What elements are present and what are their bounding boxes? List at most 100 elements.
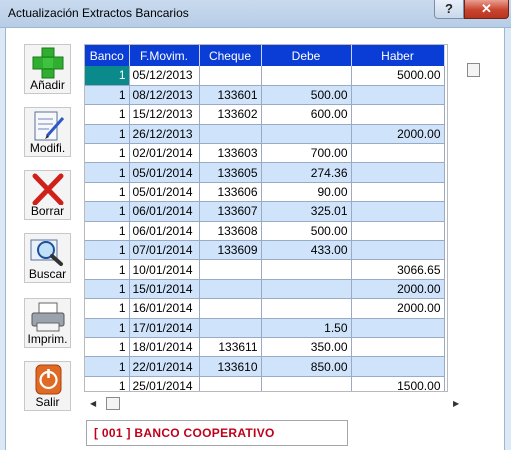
vertical-scroll-thumb[interactable]	[467, 63, 480, 77]
table-cell[interactable]	[351, 318, 445, 338]
column-header-banco[interactable]: Banco	[85, 45, 130, 66]
scroll-left-icon[interactable]: ◀	[90, 399, 96, 408]
table-cell[interactable]: 1	[85, 66, 130, 86]
close-button[interactable]: ✕	[464, 0, 509, 19]
table-cell[interactable]: 3066.65	[351, 259, 445, 280]
exit-button[interactable]: Salir	[24, 361, 71, 411]
table-cell[interactable]: 133607	[199, 201, 262, 222]
table-cell[interactable]: 2000.00	[351, 124, 445, 145]
horizontal-scroll-thumb[interactable]	[106, 397, 120, 410]
table-cell[interactable]: 1	[85, 143, 130, 164]
table-cell[interactable]: 05/01/2014	[129, 182, 200, 203]
table-cell[interactable]	[199, 376, 262, 391]
table-cell[interactable]: 350.00	[261, 337, 352, 358]
table-cell[interactable]: 1	[85, 240, 130, 261]
table-cell[interactable]	[199, 259, 262, 280]
table-cell[interactable]	[351, 162, 445, 183]
table-row[interactable]: 1 15/12/2013 133602 600.00	[85, 104, 445, 125]
bank-statements-grid[interactable]: Banco F.Movim. Cheque Debe Haber 1 05/12/…	[84, 44, 448, 392]
table-row[interactable]: 1 06/01/2014 133607 325.01	[85, 201, 445, 222]
print-button[interactable]: Imprim.	[24, 298, 71, 348]
table-row[interactable]: 1 07/01/2014 133609 433.00	[85, 240, 445, 261]
table-cell[interactable]: 16/01/2014	[129, 298, 200, 319]
table-cell[interactable]: 1	[85, 356, 130, 377]
table-cell[interactable]: 1	[85, 182, 130, 203]
table-cell[interactable]: 2000.00	[351, 279, 445, 300]
edit-button[interactable]: Modifi.	[24, 107, 71, 157]
table-cell[interactable]: 274.36	[261, 162, 352, 183]
table-cell[interactable]	[261, 124, 352, 145]
table-cell[interactable]: 17/01/2014	[129, 318, 200, 338]
table-cell[interactable]: 22/01/2014	[129, 356, 200, 377]
table-cell[interactable]: 1	[85, 104, 130, 125]
table-cell[interactable]: 02/01/2014	[129, 143, 200, 164]
table-row[interactable]: 1 22/01/2014 133610 850.00	[85, 356, 445, 377]
table-cell[interactable]: 5000.00	[351, 66, 445, 86]
add-button[interactable]: Añadir	[24, 44, 71, 94]
table-cell[interactable]: 15/12/2013	[129, 104, 200, 125]
table-row[interactable]: 1 10/01/2014 3066.65	[85, 259, 445, 280]
column-header-haber[interactable]: Haber	[351, 45, 445, 66]
column-header-fecha[interactable]: F.Movim.	[129, 45, 200, 66]
table-row[interactable]: 1 06/01/2014 133608 500.00	[85, 221, 445, 242]
vertical-scrollbar[interactable]	[467, 45, 480, 392]
table-cell[interactable]: 700.00	[261, 143, 352, 164]
table-cell[interactable]: 05/12/2013	[129, 66, 200, 86]
table-cell[interactable]: 1	[85, 337, 130, 358]
table-cell[interactable]: 133605	[199, 162, 262, 183]
table-cell[interactable]	[261, 259, 352, 280]
table-cell[interactable]: 133602	[199, 104, 262, 125]
table-cell[interactable]: 133610	[199, 356, 262, 377]
table-cell[interactable]: 133603	[199, 143, 262, 164]
table-cell[interactable]	[351, 337, 445, 358]
search-button[interactable]: Buscar	[24, 233, 71, 283]
table-row[interactable]: 1 26/12/2013 2000.00	[85, 124, 445, 145]
delete-button[interactable]: Borrar	[24, 170, 71, 220]
table-row[interactable]: 1 15/01/2014 2000.00	[85, 279, 445, 300]
table-cell[interactable]: 1	[85, 162, 130, 183]
table-cell[interactable]: 1	[85, 221, 130, 242]
column-header-cheque[interactable]: Cheque	[199, 45, 262, 66]
table-row[interactable]: 1 18/01/2014 133611 350.00	[85, 337, 445, 358]
table-cell[interactable]: 08/12/2013	[129, 85, 200, 106]
table-cell[interactable]	[351, 182, 445, 203]
table-cell[interactable]	[199, 318, 262, 338]
table-cell[interactable]: 1	[85, 124, 130, 145]
table-cell[interactable]: 06/01/2014	[129, 201, 200, 222]
table-cell[interactable]: 133608	[199, 221, 262, 242]
table-cell[interactable]: 1	[85, 259, 130, 280]
table-cell[interactable]: 133606	[199, 182, 262, 203]
table-row[interactable]: 1 05/01/2014 133605 274.36	[85, 162, 445, 183]
table-cell[interactable]	[261, 66, 352, 86]
table-cell[interactable]	[351, 104, 445, 125]
table-cell[interactable]: 133601	[199, 85, 262, 106]
table-cell[interactable]: 433.00	[261, 240, 352, 261]
table-cell[interactable]	[199, 279, 262, 300]
table-cell[interactable]: 90.00	[261, 182, 352, 203]
table-cell[interactable]: 25/01/2014	[129, 376, 200, 391]
table-cell[interactable]	[351, 85, 445, 106]
table-cell[interactable]: 10/01/2014	[129, 259, 200, 280]
table-row[interactable]: 1 02/01/2014 133603 700.00	[85, 143, 445, 164]
table-cell[interactable]: 500.00	[261, 221, 352, 242]
table-row[interactable]: 1 08/12/2013 133601 500.00	[85, 85, 445, 106]
table-cell[interactable]	[351, 201, 445, 222]
table-cell[interactable]: 1	[85, 298, 130, 319]
table-row[interactable]: 1 05/12/2013 5000.00	[85, 66, 445, 86]
table-cell[interactable]: 1	[85, 201, 130, 222]
table-cell[interactable]: 2000.00	[351, 298, 445, 319]
table-cell[interactable]: 1	[85, 85, 130, 106]
table-cell[interactable]: 07/01/2014	[129, 240, 200, 261]
table-cell[interactable]: 1	[85, 376, 130, 391]
table-cell[interactable]: 18/01/2014	[129, 337, 200, 358]
table-cell[interactable]: 1.50	[261, 318, 352, 338]
table-cell[interactable]	[351, 221, 445, 242]
table-cell[interactable]: 15/01/2014	[129, 279, 200, 300]
table-cell[interactable]	[199, 66, 262, 86]
table-cell[interactable]	[351, 143, 445, 164]
table-cell[interactable]: 1	[85, 279, 130, 300]
table-cell[interactable]	[351, 240, 445, 261]
table-row[interactable]: 1 25/01/2014 1500.00	[85, 376, 445, 391]
table-cell[interactable]	[351, 356, 445, 377]
table-cell[interactable]: 05/01/2014	[129, 162, 200, 183]
